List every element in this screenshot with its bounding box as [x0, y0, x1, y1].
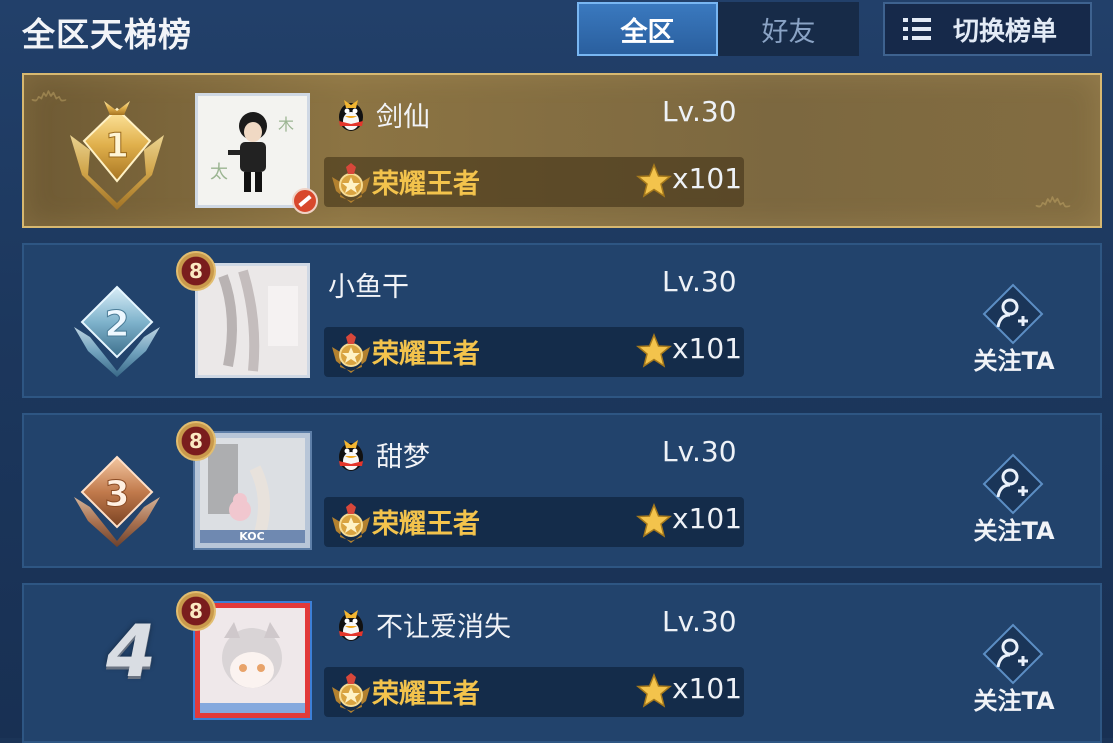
svg-text:太: 太	[210, 162, 228, 183]
king-tier-icon	[332, 503, 370, 543]
follow-button[interactable]: 关注TA	[964, 281, 1064, 381]
follow-label: 关注TA	[973, 517, 1055, 545]
qq-penguin-icon	[339, 610, 363, 641]
player-level-badge: 8	[176, 591, 216, 631]
tab-friends[interactable]: 好友	[718, 2, 859, 56]
list-icon	[903, 18, 931, 40]
king-tier-icon	[332, 333, 370, 373]
svg-text:KOC: KOC	[239, 530, 264, 543]
avatar[interactable]: 木 太	[195, 93, 310, 208]
star-count: x101	[672, 162, 743, 195]
add-friend-icon	[982, 283, 1044, 345]
player-level: Lv.30	[662, 95, 737, 128]
tier-name: 荣耀王者	[372, 169, 480, 200]
qq-penguin-icon	[339, 100, 363, 131]
follow-label: 关注TA	[973, 687, 1055, 715]
player-name[interactable]: 剑仙	[376, 95, 430, 134]
tab-all-region[interactable]: 全区	[577, 2, 718, 56]
tier-bar: 荣耀王者 x101	[324, 327, 744, 377]
star-icon	[636, 163, 672, 198]
tier-bar: 荣耀王者 x101	[324, 497, 744, 547]
rank-number: 1	[105, 126, 129, 166]
switch-leaderboard-button[interactable]: 切换榜单	[883, 2, 1092, 56]
tier-name: 荣耀王者	[372, 339, 480, 370]
tier-bar: 荣耀王者 x101	[324, 667, 744, 717]
gold-rank-crest-icon: 1	[70, 101, 164, 210]
player-level-badge: 8	[176, 421, 216, 461]
king-tier-icon	[332, 673, 370, 713]
tier-name: 荣耀王者	[372, 509, 480, 540]
tier-bar: 荣耀王者 x101	[324, 157, 744, 207]
player-name[interactable]: 甜梦	[376, 435, 430, 474]
leaderboard-row-2[interactable]: 2 8 小鱼干 Lv.30 荣耀王者 x101 关注TA	[22, 243, 1102, 398]
player-name[interactable]: 小鱼干	[328, 265, 409, 304]
follow-button[interactable]: 关注TA	[964, 451, 1064, 551]
follow-button[interactable]: 关注TA	[964, 621, 1064, 721]
star-count: x101	[672, 332, 743, 365]
player-name[interactable]: 不让爱消失	[376, 605, 511, 644]
rank-number: 4	[105, 609, 157, 693]
qq-penguin-icon	[339, 440, 363, 471]
tier-name: 荣耀王者	[372, 679, 480, 710]
leaderboard-row-3[interactable]: 3 KOC 8 甜梦 Lv.30 荣耀王者 x101 关注TA	[22, 413, 1102, 568]
player-level: Lv.30	[662, 265, 737, 298]
star-count: x101	[672, 672, 743, 705]
rank-number: 2	[104, 304, 129, 345]
leaderboard-row-1[interactable]: ෴ ෴ 1 木 太 剑仙 Lv.30 荣耀王者 x101	[22, 69, 1102, 228]
rank-number: 3	[104, 474, 129, 515]
player-level: Lv.30	[662, 605, 737, 638]
scope-tabs: 全区 好友	[577, 2, 859, 56]
leaderboard-row-4[interactable]: 4 8 不让爱消失 Lv.30 荣耀王者 x101 关注TA	[22, 583, 1102, 743]
bronze-rank-crest-icon: 3	[74, 455, 160, 547]
page-title: 全区天梯榜	[22, 15, 192, 54]
star-icon	[636, 503, 672, 538]
player-level: Lv.30	[662, 435, 737, 468]
king-tier-icon	[332, 163, 370, 203]
star-icon	[636, 673, 672, 708]
swirl-ornament: ෴	[1034, 175, 1072, 221]
player-level-badge: 8	[176, 251, 216, 291]
add-friend-icon	[982, 623, 1044, 685]
svg-text:木: 木	[278, 115, 294, 134]
follow-label: 关注TA	[973, 347, 1055, 375]
ban-icon	[292, 188, 318, 214]
star-count: x101	[672, 502, 743, 535]
switch-leaderboard-label: 切换榜单	[953, 16, 1058, 47]
add-friend-icon	[982, 453, 1044, 515]
silver-rank-crest-icon: 2	[74, 285, 160, 377]
star-icon	[636, 333, 672, 368]
